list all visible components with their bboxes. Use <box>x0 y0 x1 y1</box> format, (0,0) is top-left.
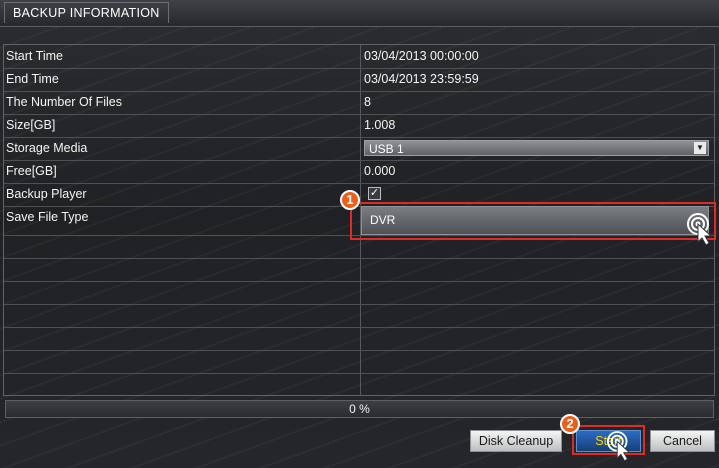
storage-media-label: Storage Media <box>6 141 88 155</box>
storage-media-select[interactable]: USB 1 ▼ <box>364 140 709 156</box>
backup-player-checkbox[interactable]: ✓ <box>368 187 381 200</box>
table-row: Size[GB] 1.008 <box>4 114 714 138</box>
end-time-label: End Time <box>6 72 59 86</box>
table-row <box>4 281 714 305</box>
file-count-label: The Number Of Files <box>6 95 123 109</box>
progress-bar: 0 % <box>5 400 714 418</box>
table-row <box>4 327 714 351</box>
storage-media-value: USB 1 <box>369 142 404 156</box>
table-row: Free[GB] 0.000 <box>4 160 714 184</box>
chevron-down-icon[interactable]: ▼ <box>694 142 706 154</box>
save-file-type-label: Save File Type <box>6 210 89 224</box>
table-row: End Time 03/04/2013 23:59:59 <box>4 68 714 92</box>
start-time-value: 03/04/2013 00:00:00 <box>364 49 479 63</box>
table-row <box>4 258 714 282</box>
title-bar: BACKUP INFORMATION <box>0 0 719 27</box>
step-1-badge: 1 <box>340 190 360 210</box>
backup-player-label: Backup Player <box>6 187 87 201</box>
start-time-label: Start Time <box>6 49 63 63</box>
disk-cleanup-button[interactable]: Disk Cleanup <box>470 430 562 452</box>
table-row: Start Time 03/04/2013 00:00:00 <box>4 45 714 69</box>
free-value: 0.000 <box>364 164 396 178</box>
free-label: Free[GB] <box>6 164 57 178</box>
table-row: The Number Of Files 8 <box>4 91 714 115</box>
file-count-value: 8 <box>364 95 371 109</box>
hand-pointer-icon <box>687 213 713 246</box>
window-title: BACKUP INFORMATION <box>4 2 169 23</box>
highlight-save-file-type <box>350 202 716 240</box>
size-label: Size[GB] <box>6 118 56 132</box>
table-row <box>4 350 714 374</box>
table-row <box>4 304 714 328</box>
end-time-value: 03/04/2013 23:59:59 <box>364 72 479 86</box>
table-row: Storage Media USB 1 ▼ <box>4 137 714 161</box>
cancel-button[interactable]: Cancel <box>650 430 715 452</box>
hand-pointer-icon <box>606 431 631 462</box>
progress-text: 0 % <box>349 402 370 416</box>
step-2-badge: 2 <box>560 414 580 434</box>
size-value: 1.008 <box>364 118 396 132</box>
